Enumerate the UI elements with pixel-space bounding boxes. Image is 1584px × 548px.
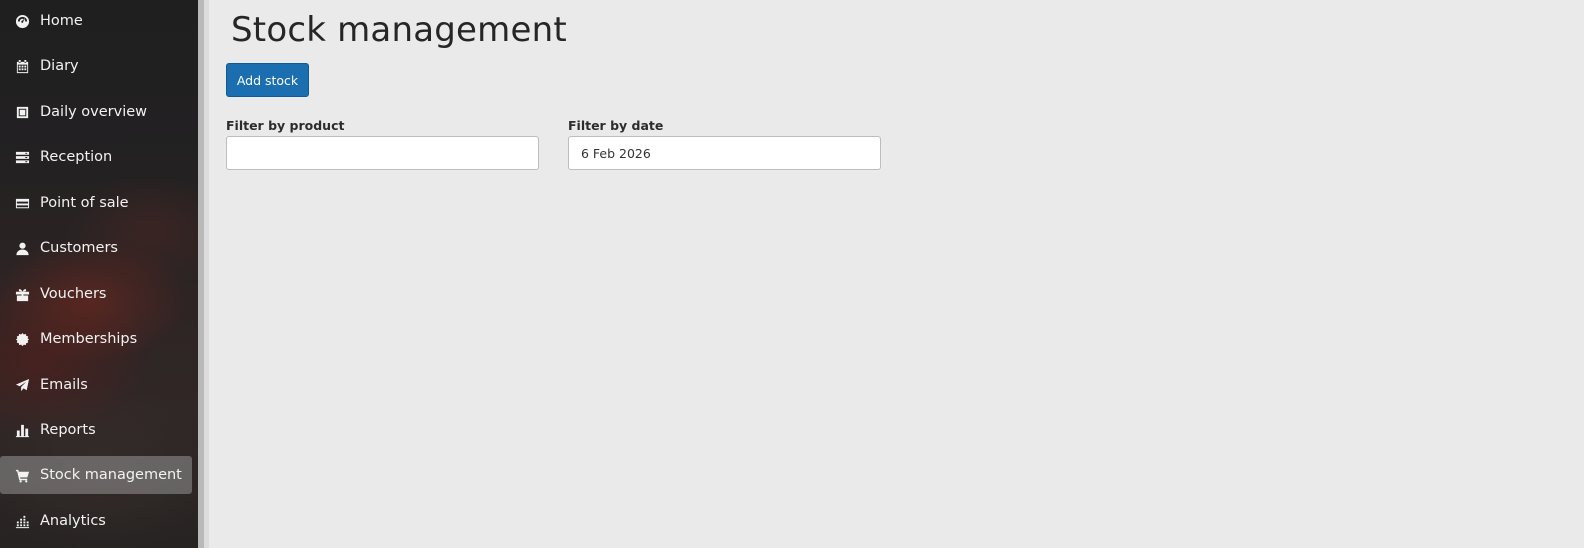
sidebar-item-label: Vouchers <box>40 286 107 302</box>
sidebar-item-home[interactable]: Home <box>0 2 192 40</box>
server-icon <box>14 149 30 165</box>
sidebar-item-point-of-sale[interactable]: Point of sale <box>0 184 192 222</box>
sidebar-item-label: Analytics <box>40 513 106 529</box>
filter-date-input[interactable] <box>568 136 881 170</box>
page-title: Stock management <box>231 10 567 50</box>
filter-product-input[interactable] <box>226 136 539 170</box>
sidebar-item-label: Reports <box>40 422 96 438</box>
sidebar-item-reception[interactable]: Reception <box>0 138 192 176</box>
sidebar-item-emails[interactable]: Emails <box>0 366 192 404</box>
sidebar-item-daily-overview[interactable]: Daily overview <box>0 93 192 131</box>
sidebar-item-memberships[interactable]: Memberships <box>0 320 192 358</box>
sidebar-item-label: Reception <box>40 149 113 165</box>
cart-icon <box>14 467 30 483</box>
filter-date-label: Filter by date <box>568 118 664 133</box>
sidebar-item-reports[interactable]: Reports <box>0 411 192 449</box>
certificate-icon <box>14 331 30 347</box>
dashboard-icon <box>14 13 30 29</box>
app-window: Home Diary Daily overview Reception Poin… <box>0 0 1584 548</box>
gift-icon <box>14 286 30 302</box>
add-stock-button[interactable]: Add stock <box>226 63 309 97</box>
paper-plane-icon <box>14 377 30 393</box>
sidebar-item-label: Daily overview <box>40 104 148 120</box>
calendar-icon <box>14 58 30 74</box>
sidebar-item-label: Emails <box>40 377 88 393</box>
overview-icon <box>14 104 30 120</box>
main-content: Stock management Add stock Filter by pro… <box>209 0 1584 548</box>
sidebar-item-label: Diary <box>40 58 79 74</box>
sidebar-item-label: Home <box>40 13 83 29</box>
sidebar-item-customers[interactable]: Customers <box>0 229 192 267</box>
sidebar-item-analytics[interactable]: Analytics <box>0 502 192 540</box>
sidebar-item-label: Customers <box>40 240 118 256</box>
sidebar-item-label: Stock management <box>40 467 182 483</box>
sidebar-item-diary[interactable]: Diary <box>0 47 192 85</box>
user-icon <box>14 240 30 256</box>
sidebar: Home Diary Daily overview Reception Poin… <box>0 0 198 548</box>
filter-product-label: Filter by product <box>226 118 345 133</box>
credit-card-icon <box>14 195 30 211</box>
sidebar-item-vouchers[interactable]: Vouchers <box>0 275 192 313</box>
analytics-icon <box>14 513 30 529</box>
sidebar-item-label: Memberships <box>40 331 138 347</box>
sidebar-item-stock-management[interactable]: Stock management <box>0 456 192 494</box>
bar-chart-icon <box>14 422 30 438</box>
sidebar-item-label: Point of sale <box>40 195 129 211</box>
